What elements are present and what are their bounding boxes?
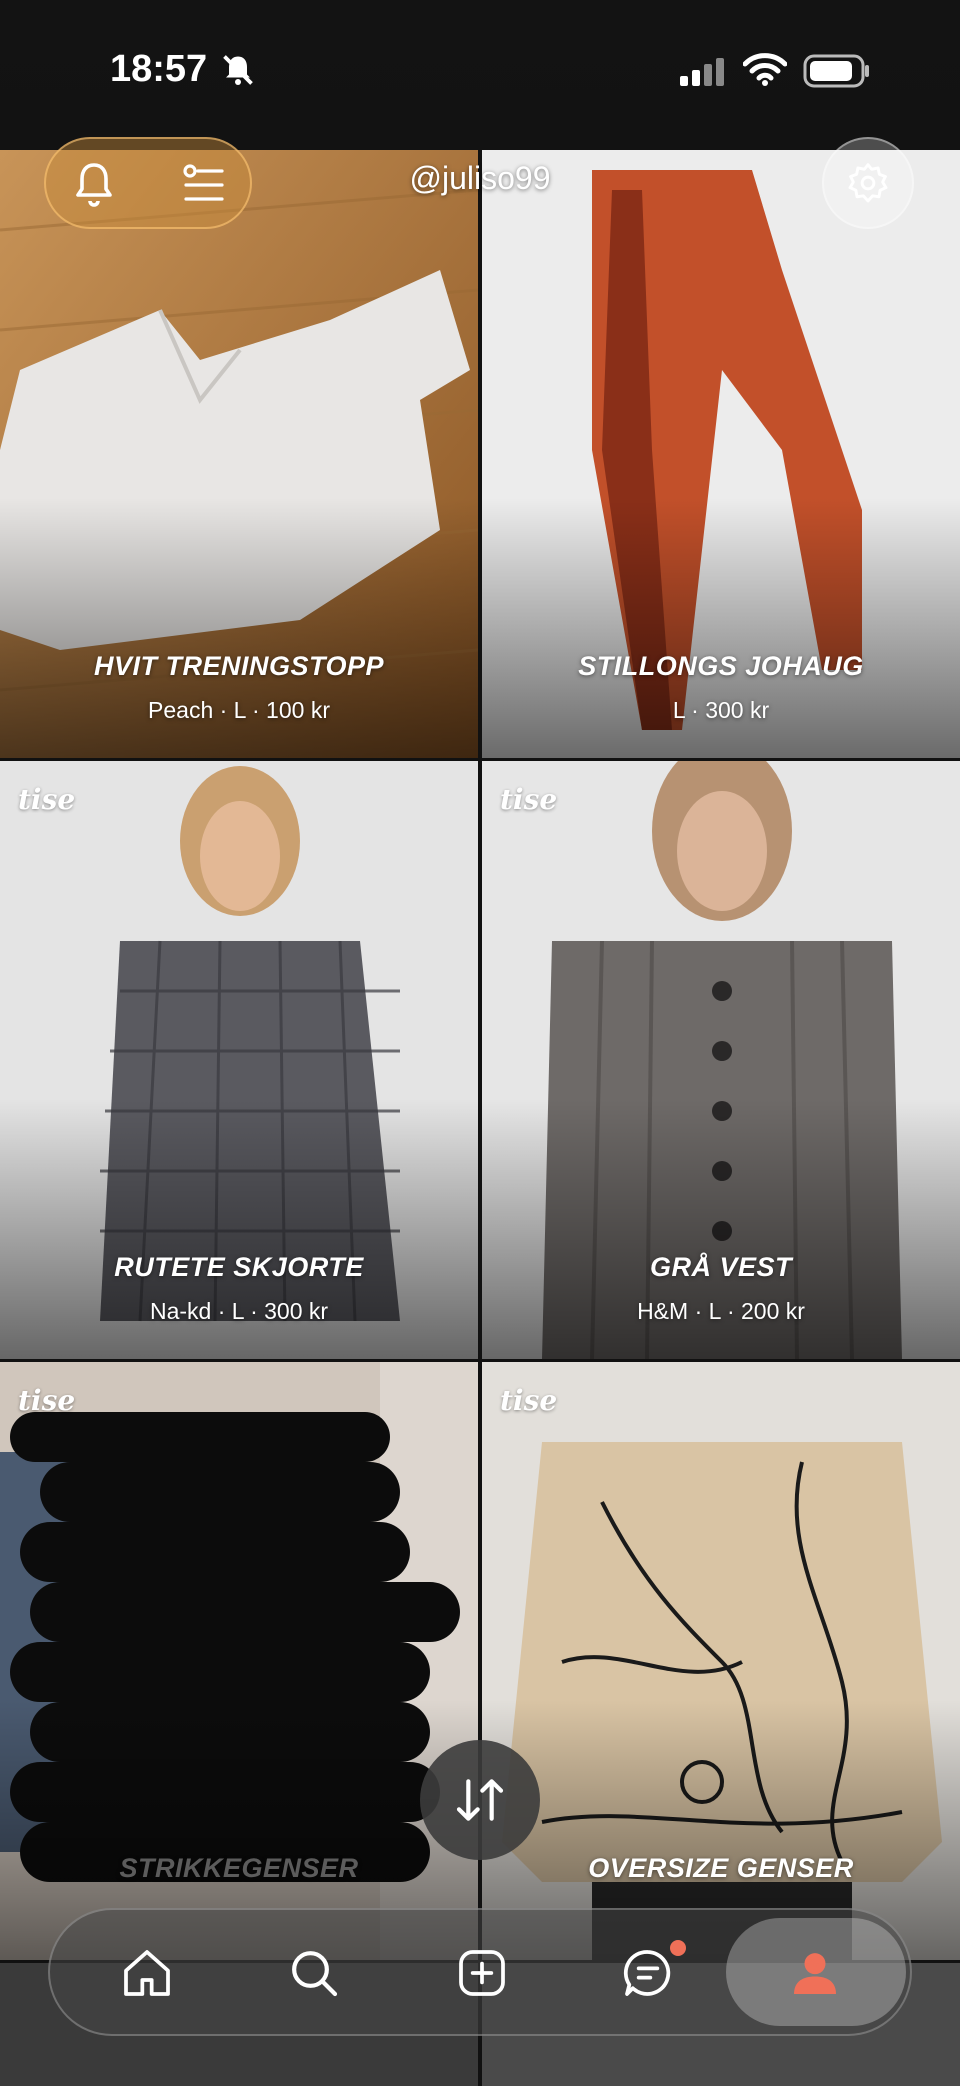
settings-button[interactable] xyxy=(822,137,914,229)
sort-arrows-icon xyxy=(456,1779,504,1821)
sort-button[interactable] xyxy=(420,1740,540,1860)
listing-title: RUTETE SKJORTE xyxy=(114,1252,364,1282)
notification-dot xyxy=(670,1940,686,1956)
silent-mode-icon xyxy=(223,55,253,85)
listing-title: HVIT TRENINGSTOPP xyxy=(93,651,385,681)
listing-meta: Peach · L · 100 kr xyxy=(148,697,330,723)
gear-icon xyxy=(848,163,888,203)
tab-search[interactable] xyxy=(269,1928,359,2018)
top-left-actions xyxy=(44,137,252,229)
tab-home[interactable] xyxy=(102,1928,192,2018)
status-time: 18:57 xyxy=(110,48,208,90)
tise-logo: tise xyxy=(18,783,76,816)
bell-icon xyxy=(76,163,112,207)
listing-meta: L · 300 kr xyxy=(672,697,770,723)
listing-card[interactable]: HVIT TRENINGSTOPP Peach · L · 100 kr xyxy=(0,150,478,758)
cellular-signal-icon xyxy=(680,58,724,86)
battery-icon xyxy=(803,54,869,88)
listing-title: STILLONGS JOHAUG xyxy=(578,651,864,681)
listing-meta: Na-kd · L · 300 kr xyxy=(149,1298,329,1324)
bottom-tab-bar xyxy=(48,1908,912,2036)
listing-card[interactable]: tise RUTETE SKJORTE Na-kd · L · 300 kr xyxy=(0,761,478,1359)
notifications-button[interactable] xyxy=(70,159,118,214)
listing-meta: H&M · L · 200 kr xyxy=(637,1298,805,1324)
chat-icon xyxy=(623,1950,671,1996)
listing-card[interactable]: STILLONGS JOHAUG L · 300 kr xyxy=(482,150,960,758)
tise-logo: tise xyxy=(18,1384,76,1417)
filter-list-icon xyxy=(183,164,224,201)
add-icon xyxy=(459,1950,505,1996)
listing-card[interactable]: tise STRIKKEGENSER xyxy=(0,1362,478,1960)
listing-card[interactable]: tise GRÅ VEST H&M · L · 200 kr xyxy=(482,761,960,1359)
profile-username[interactable]: @juliso99 xyxy=(380,160,580,197)
listing-card[interactable]: tise OVERSIZE GENSER xyxy=(482,1362,960,1960)
tab-add-listing[interactable] xyxy=(437,1928,527,2018)
tise-logo: tise xyxy=(500,783,558,816)
listing-title: OVERSIZE GENSER xyxy=(588,1853,854,1883)
wifi-icon xyxy=(743,53,787,86)
tab-profile[interactable] xyxy=(770,1928,860,2018)
status-bar: 18:57 xyxy=(0,0,960,150)
profile-icon xyxy=(794,1953,836,1994)
filter-list-button[interactable] xyxy=(180,161,228,214)
home-icon xyxy=(124,1950,170,1996)
listing-title: GRÅ VEST xyxy=(649,1252,793,1282)
search-icon xyxy=(292,1951,338,1997)
listing-title: STRIKKEGENSER xyxy=(119,1853,359,1883)
tise-logo: tise xyxy=(500,1384,558,1417)
